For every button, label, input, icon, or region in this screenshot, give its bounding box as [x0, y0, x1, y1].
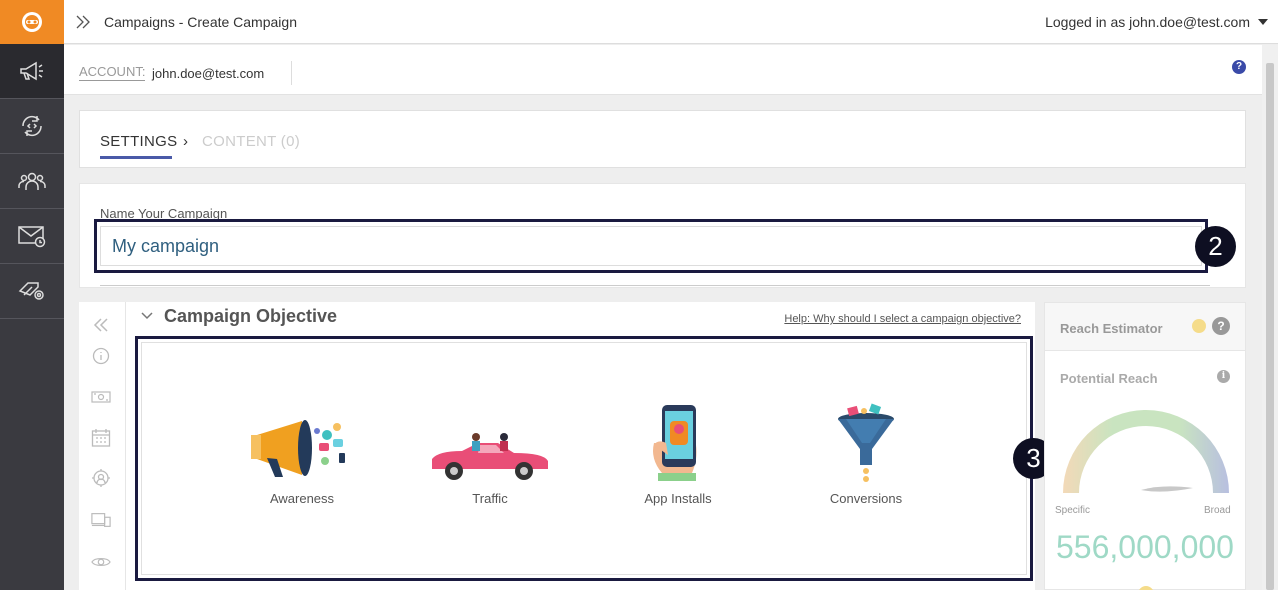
chevron-down-icon[interactable]: [141, 310, 153, 320]
objective-app-installs[interactable]: App Installs: [608, 403, 748, 506]
gauge-min-label: Specific: [1055, 505, 1091, 516]
scrollbar[interactable]: [1262, 45, 1278, 590]
step-badge-2: 2: [1195, 226, 1236, 267]
nav-settings[interactable]: [0, 264, 64, 319]
objective-help-link[interactable]: Help: Why should I select a campaign obj…: [784, 313, 1021, 325]
top-bar: Campaigns - Create Campaign Logged in as…: [64, 0, 1278, 44]
account-label: ACCOUNT:: [79, 64, 146, 81]
potential-reach-title: Potential Reach: [1060, 371, 1158, 386]
targeting-icon[interactable]: [91, 468, 111, 488]
user-menu[interactable]: Logged in as john.doe@test.com: [1045, 14, 1250, 30]
reach-estimator: Reach Estimator ? Potential Reach i Spec…: [1044, 302, 1246, 590]
nav-audiences[interactable]: [0, 154, 64, 209]
chevron-right-icon: ›: [183, 133, 188, 150]
devices-icon[interactable]: [91, 510, 111, 530]
divider: [291, 61, 292, 85]
funnel-icon: [838, 403, 894, 482]
objective-options: Awareness Traffic App Installs Conversio…: [141, 342, 1027, 575]
tab-settings[interactable]: SETTINGS: [100, 133, 177, 150]
info-icon[interactable]: i: [1217, 370, 1230, 383]
budget-icon[interactable]: [91, 387, 111, 407]
megaphone-icon: [251, 420, 345, 477]
info-icon[interactable]: [91, 346, 111, 366]
step-tabs: SETTINGS › CONTENT (0): [79, 110, 1246, 168]
app-logo[interactable]: [0, 0, 64, 44]
calendar-icon[interactable]: [91, 428, 111, 448]
tab-content[interactable]: CONTENT (0): [202, 133, 300, 150]
reach-value: 556,000,000: [1056, 529, 1234, 565]
expand-chevron-icon[interactable]: [74, 13, 92, 31]
users-icon: [18, 172, 46, 190]
section-title: Campaign Objective: [164, 306, 338, 326]
section-nav: [79, 302, 126, 590]
nav-scheduled-emails[interactable]: [0, 209, 64, 264]
objective-conversions[interactable]: Conversions: [796, 403, 936, 506]
left-nav: [0, 0, 64, 590]
account-value[interactable]: john.doe@test.com: [152, 66, 264, 81]
nav-tracking[interactable]: [0, 99, 64, 154]
reach-header: Reach Estimator ?: [1045, 303, 1245, 351]
active-tab-indicator: [100, 156, 172, 159]
objective-awareness[interactable]: Awareness: [232, 403, 372, 506]
objective-label: Traffic: [472, 491, 508, 506]
divider: [100, 285, 1210, 286]
eye-icon[interactable]: [91, 552, 111, 572]
campaign-objective-section: Campaign Objective Help: Why should I se…: [126, 302, 1035, 590]
phone-icon: [653, 405, 697, 481]
status-indicator: [1138, 586, 1154, 590]
sync-code-icon: [22, 115, 42, 137]
help-icon[interactable]: ?: [1232, 60, 1246, 74]
collapse-icon[interactable]: [91, 315, 111, 335]
objective-label: App Installs: [644, 491, 712, 506]
objective-traffic[interactable]: Traffic: [420, 403, 560, 506]
car-icon: [432, 433, 548, 480]
ticket-gear-icon: [18, 282, 44, 300]
logo-icon: [22, 12, 42, 32]
help-icon[interactable]: ?: [1212, 317, 1230, 335]
chevron-down-icon[interactable]: [1258, 19, 1268, 25]
objective-label: Conversions: [829, 491, 903, 506]
reach-title: Reach Estimator: [1060, 321, 1163, 336]
mail-clock-icon: [18, 226, 46, 248]
megaphone-icon: [20, 61, 43, 81]
reach-gauge: [1063, 410, 1229, 493]
scrollbar-thumb[interactable]: [1266, 63, 1274, 590]
campaign-name-card: Name Your Campaign: [79, 183, 1246, 288]
gauge-max-label: Broad: [1204, 505, 1231, 516]
nav-campaigns[interactable]: [0, 44, 64, 99]
breadcrumb: Campaigns - Create Campaign: [104, 14, 297, 30]
objective-label: Awareness: [269, 491, 335, 506]
status-indicator: [1192, 319, 1206, 333]
account-bar: ACCOUNT: john.doe@test.com ?: [64, 45, 1262, 95]
campaign-name-input[interactable]: [100, 226, 1202, 266]
